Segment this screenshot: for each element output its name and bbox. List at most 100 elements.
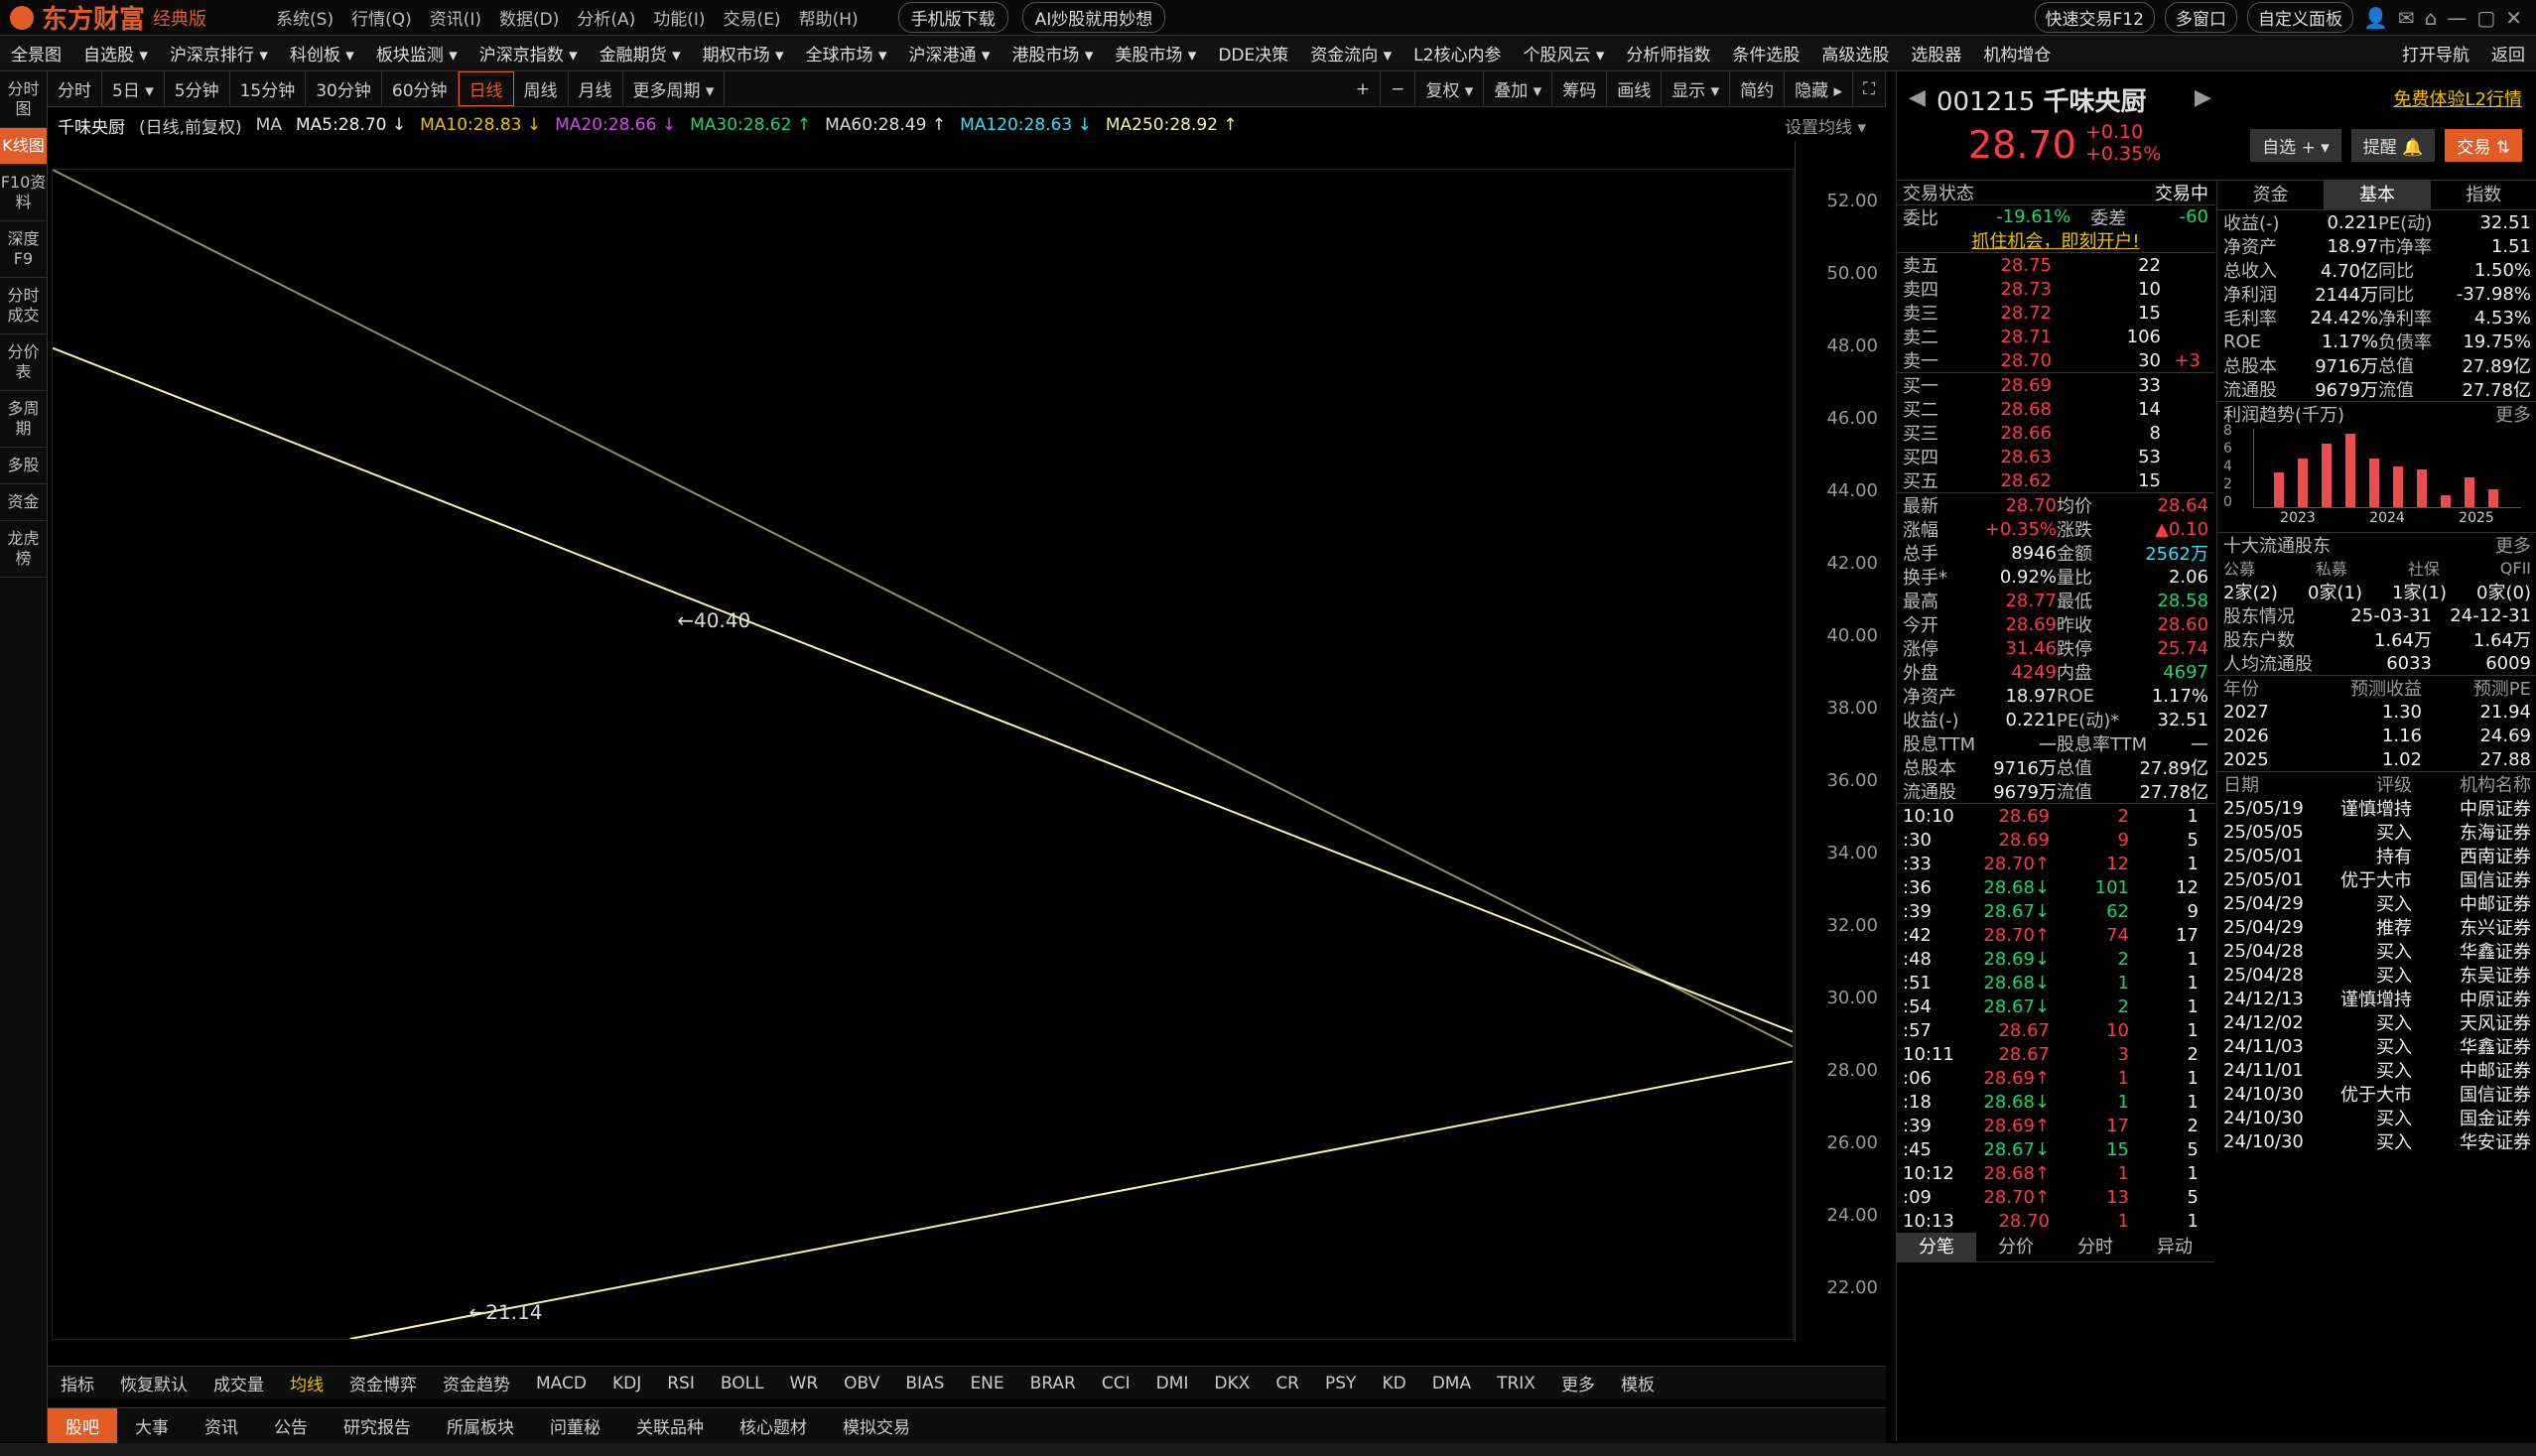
- nav-right-item[interactable]: 返回: [2480, 41, 2536, 66]
- bottom-tab[interactable]: 公告: [256, 1413, 326, 1438]
- ratings-row[interactable]: 24/10/30 优于大市 国信证券: [2217, 1082, 2536, 1107]
- indicator-tab[interactable]: 更多: [1548, 1371, 1608, 1395]
- period-tab[interactable]: 日线: [458, 71, 514, 106]
- sidebar-item[interactable]: K线图: [0, 128, 47, 165]
- chart-tool-button[interactable]: 显示 ▾: [1662, 71, 1731, 106]
- ratings-row[interactable]: 25/05/01 优于大市 国信证券: [2217, 867, 2536, 892]
- bid-row[interactable]: 买四 28.63 53: [1897, 445, 2214, 469]
- nav-item[interactable]: 机构增仓: [1972, 41, 2062, 66]
- ratings-row[interactable]: 25/04/28 买入 东吴证券: [2217, 963, 2536, 988]
- nav-item[interactable]: 沪深港通 ▾: [898, 41, 1001, 66]
- nav-item[interactable]: 分析师指数: [1615, 41, 1721, 66]
- tick-tab[interactable]: 分笔: [1897, 1233, 1976, 1261]
- indicator-tab[interactable]: OBV: [831, 1374, 892, 1393]
- indicator-tab[interactable]: MACD: [523, 1374, 600, 1393]
- bottom-tab[interactable]: 问董秘: [532, 1413, 618, 1438]
- nav-item[interactable]: DDE决策: [1207, 41, 1299, 66]
- indicator-tab[interactable]: WR: [777, 1374, 832, 1393]
- indicator-tab[interactable]: BIAS: [892, 1374, 957, 1393]
- period-tab[interactable]: 5日 ▾: [102, 71, 165, 106]
- bid-row[interactable]: 买一 28.69 33: [1897, 373, 2214, 398]
- indicator-tab[interactable]: 成交量: [200, 1371, 277, 1395]
- chart-tool-button[interactable]: ⛶: [1853, 71, 1886, 106]
- indicator-tab[interactable]: RSI: [654, 1374, 708, 1393]
- close-icon[interactable]: ✕: [2505, 6, 2522, 30]
- indicator-tab[interactable]: 均线: [277, 1371, 336, 1395]
- system-menu-item[interactable]: 分析(A): [577, 5, 635, 30]
- nav-item[interactable]: L2核心内参: [1402, 41, 1512, 66]
- bid-row[interactable]: 买二 28.68 14: [1897, 397, 2214, 422]
- sidebar-item[interactable]: 多周期: [0, 391, 47, 448]
- mobile-download-button[interactable]: 手机版下载: [897, 2, 1008, 33]
- indicator-tab[interactable]: BOLL: [708, 1374, 777, 1393]
- indicator-tab[interactable]: CR: [1263, 1374, 1312, 1393]
- indicator-tab[interactable]: KDJ: [600, 1374, 654, 1393]
- forecast-row[interactable]: 2027 1.30 21.94: [2217, 700, 2536, 724]
- ma-settings-button[interactable]: 设置均线 ▾: [1785, 113, 1866, 138]
- tick-tab[interactable]: 分价: [1976, 1233, 2056, 1261]
- indicator-tab[interactable]: TRIX: [1484, 1374, 1548, 1393]
- bottom-tab[interactable]: 核心题材: [722, 1413, 825, 1438]
- kline-chart[interactable]: ←40.40 ←21.14: [52, 169, 1794, 1340]
- trade-button[interactable]: 交易 ⇅: [2445, 129, 2522, 162]
- system-menu-item[interactable]: 行情(Q): [351, 5, 412, 30]
- chart-tool-button[interactable]: 复权 ▾: [1415, 71, 1485, 106]
- nav-item[interactable]: 条件选股: [1721, 41, 1810, 66]
- period-tab[interactable]: 月线: [569, 71, 623, 106]
- indicator-tab[interactable]: 资金趋势: [430, 1371, 523, 1395]
- sidebar-item[interactable]: 分时成交: [0, 278, 47, 334]
- nav-right-item[interactable]: 打开导航: [2391, 41, 2480, 66]
- nav-item[interactable]: 全景图: [0, 41, 72, 66]
- nav-item[interactable]: 高级选股: [1810, 41, 1900, 66]
- ratings-row[interactable]: 24/10/30 买入 国金证券: [2217, 1106, 2536, 1130]
- nav-item[interactable]: 金融期货 ▾: [589, 41, 692, 66]
- bottom-tab[interactable]: 关联品种: [618, 1413, 722, 1438]
- bottom-tab[interactable]: 模拟交易: [825, 1413, 928, 1438]
- sidebar-item[interactable]: 分价表: [0, 334, 47, 391]
- profit-more-link[interactable]: 更多: [2495, 401, 2531, 427]
- nav-item[interactable]: 科创板 ▾: [279, 41, 365, 66]
- holders-more-link[interactable]: 更多: [2495, 532, 2531, 558]
- ratings-row[interactable]: 24/11/03 买入 华鑫证券: [2217, 1034, 2536, 1059]
- chart-tool-button[interactable]: −: [1381, 71, 1416, 106]
- l2-trial-link[interactable]: 免费体验L2行情: [2394, 85, 2522, 111]
- bottom-tab[interactable]: 大事: [117, 1413, 187, 1438]
- system-menu-item[interactable]: 帮助(H): [799, 5, 859, 30]
- quick-trade-button[interactable]: 快速交易F12: [2034, 2, 2155, 33]
- ask-row[interactable]: 卖二 28.71 106: [1897, 325, 2214, 349]
- bottom-tab[interactable]: 所属板块: [429, 1413, 532, 1438]
- system-menu-item[interactable]: 资讯(I): [430, 5, 481, 30]
- sidebar-item[interactable]: F10资料: [0, 165, 47, 221]
- indicator-tab[interactable]: 恢复默认: [107, 1371, 200, 1395]
- fundamentals-tab[interactable]: 基本: [2324, 181, 2431, 209]
- bid-row[interactable]: 买五 28.62 15: [1897, 468, 2214, 493]
- ask-row[interactable]: 卖三 28.72 15: [1897, 301, 2214, 326]
- ratings-row[interactable]: 25/05/19 谨慎增持 中原证券: [2217, 796, 2536, 821]
- chart-tool-button[interactable]: 叠加 ▾: [1484, 71, 1553, 106]
- ai-assistant-button[interactable]: AI炒股就用妙想: [1021, 2, 1166, 33]
- open-account-link[interactable]: 抓住机会，即刻开户!: [1897, 228, 2214, 252]
- nav-item[interactable]: 选股器: [1900, 41, 1972, 66]
- alert-button[interactable]: 提醒 🔔: [2350, 129, 2436, 162]
- bid-row[interactable]: 买三 28.66 8: [1897, 421, 2214, 446]
- minimize-icon[interactable]: —: [2447, 6, 2467, 30]
- indicator-tab[interactable]: 指标: [48, 1371, 107, 1395]
- chart-tool-button[interactable]: 隐藏 ▸: [1785, 71, 1854, 106]
- maximize-icon[interactable]: ▢: [2476, 6, 2495, 30]
- indicator-tab[interactable]: PSY: [1312, 1374, 1369, 1393]
- ratings-row[interactable]: 24/12/02 买入 天风证券: [2217, 1010, 2536, 1035]
- system-menu-item[interactable]: 数据(D): [499, 5, 559, 30]
- ask-row[interactable]: 卖五 28.75 22: [1897, 253, 2214, 278]
- ratings-row[interactable]: 24/11/01 买入 中邮证券: [2217, 1058, 2536, 1083]
- home-icon[interactable]: ⌂: [2425, 6, 2438, 30]
- indicator-tab[interactable]: ENE: [957, 1374, 1016, 1393]
- system-menu-item[interactable]: 交易(E): [724, 5, 781, 30]
- ratings-row[interactable]: 24/12/13 谨慎增持 中原证券: [2217, 987, 2536, 1011]
- ask-row[interactable]: 卖四 28.73 10: [1897, 277, 2214, 302]
- chart-tool-button[interactable]: 画线: [1607, 71, 1663, 106]
- user-icon[interactable]: 👤: [2363, 6, 2388, 30]
- ask-row[interactable]: 卖一 28.70 30 +3: [1897, 348, 2214, 373]
- sidebar-item[interactable]: 深度F9: [0, 221, 47, 278]
- ratings-row[interactable]: 24/10/30 买入 华安证券: [2217, 1129, 2536, 1154]
- indicator-tab[interactable]: DKX: [1201, 1374, 1263, 1393]
